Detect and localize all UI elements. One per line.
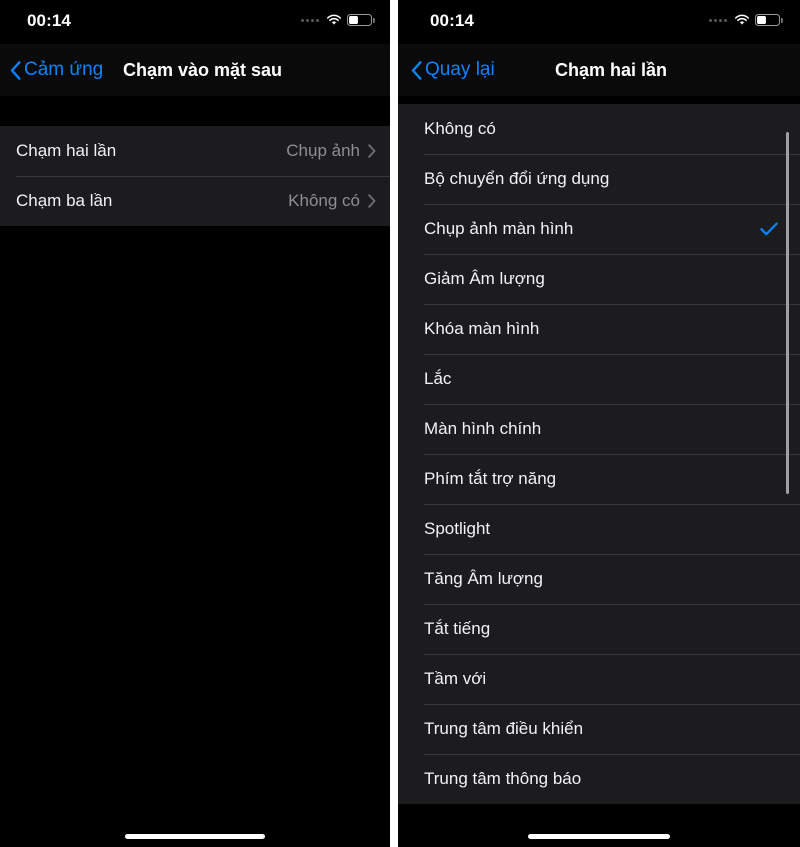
back-button[interactable]: Cảm ứng	[10, 44, 103, 96]
option-row-bo-chuyen-doi-ung-dung[interactable]: Bộ chuyển đổi ứng dụng	[398, 154, 800, 204]
option-accessory	[760, 222, 778, 236]
chevron-right-icon	[368, 194, 376, 208]
status-time: 00:14	[430, 11, 474, 30]
home-indicator[interactable]	[125, 834, 265, 839]
option-label: Trung tâm điều khiển	[424, 719, 584, 738]
left-home-indicator-area	[0, 813, 390, 847]
list-item-accessory: Không có	[288, 191, 376, 211]
option-label: Không có	[424, 119, 496, 138]
option-row-trung-tam-dieu-khien[interactable]: Trung tâm điều khiển	[398, 704, 800, 754]
option-row-khoa-man-hinh[interactable]: Khóa màn hình	[398, 304, 800, 354]
option-label: Giảm Âm lượng	[424, 269, 545, 288]
option-row-khong-co[interactable]: Không có	[398, 104, 800, 154]
list-item-double-tap[interactable]: Chạm hai lần Chụp ảnh	[0, 126, 390, 176]
wifi-icon	[734, 14, 750, 25]
vertical-scroll-indicator[interactable]	[786, 132, 789, 494]
list-item-value: Không có	[288, 191, 360, 210]
option-label: Spotlight	[424, 519, 491, 538]
checkmark-icon	[760, 222, 778, 236]
option-row-tat-tieng[interactable]: Tắt tiếng	[398, 604, 800, 654]
page-title: Chạm hai lần	[555, 59, 668, 80]
option-label: Lắc	[424, 369, 452, 388]
signal-dots-icon	[301, 18, 319, 22]
screenshot-stage: 00:14 Cảm ứng Chạm vào mặt sau Chạm hai …	[0, 0, 800, 847]
status-indicators	[301, 14, 375, 26]
status-indicators	[709, 14, 783, 26]
option-row-spotlight[interactable]: Spotlight	[398, 504, 800, 554]
option-label: Chụp ảnh màn hình	[424, 219, 574, 238]
left-phone-screen: 00:14 Cảm ứng Chạm vào mặt sau Chạm hai …	[0, 0, 390, 847]
option-label: Tăng Âm lượng	[424, 569, 543, 588]
status-time: 00:14	[27, 11, 71, 30]
chevron-left-icon	[411, 60, 422, 80]
right-nav-bar: Quay lại Chạm hai lần	[398, 44, 800, 96]
left-status-bar: 00:14	[0, 0, 390, 44]
back-button[interactable]: Quay lại	[411, 44, 495, 96]
option-label: Tắt tiếng	[424, 619, 491, 638]
option-row-tang-am-luong[interactable]: Tăng Âm lượng	[398, 554, 800, 604]
option-label: Màn hình chính	[424, 419, 542, 438]
option-label: Bộ chuyển đổi ứng dụng	[424, 169, 610, 188]
right-status-bar: 00:14	[398, 0, 800, 44]
home-indicator[interactable]	[528, 834, 670, 839]
option-row-trung-tam-thong-bao[interactable]: Trung tâm thông báo	[398, 754, 800, 804]
option-label: Trung tâm thông báo	[424, 769, 582, 788]
signal-dots-icon	[709, 18, 727, 22]
option-label: Phím tắt trợ năng	[424, 469, 557, 488]
option-label: Khóa màn hình	[424, 319, 540, 338]
left-nav-bar: Cảm ứng Chạm vào mặt sau	[0, 44, 390, 96]
left-top-spacer	[0, 96, 390, 126]
right-phone-screen: 00:14 Quay lại Chạm hai lần Không có Bộ …	[398, 0, 800, 847]
back-button-label: Quay lại	[425, 59, 495, 80]
option-row-chup-anh-man-hinh[interactable]: Chụp ảnh màn hình	[398, 204, 800, 254]
option-row-phim-tat-tro-nang[interactable]: Phím tắt trợ năng	[398, 454, 800, 504]
back-button-label: Cảm ứng	[24, 59, 104, 80]
page-title: Chạm vào mặt sau	[123, 59, 283, 80]
right-top-spacer	[398, 96, 800, 104]
action-options-list: Không có Bộ chuyển đổi ứng dụng Chụp ảnh…	[398, 104, 800, 804]
battery-icon	[755, 14, 783, 26]
battery-icon	[347, 14, 375, 26]
list-item-label: Chạm hai lần	[16, 141, 117, 160]
list-item-triple-tap[interactable]: Chạm ba lần Không có	[0, 176, 390, 226]
chevron-right-icon	[368, 144, 376, 158]
list-item-accessory: Chụp ảnh	[286, 141, 376, 161]
option-row-man-hinh-chinh[interactable]: Màn hình chính	[398, 404, 800, 454]
chevron-left-icon	[10, 60, 21, 80]
option-label: Tầm với	[424, 669, 487, 688]
option-row-lac[interactable]: Lắc	[398, 354, 800, 404]
list-item-value: Chụp ảnh	[286, 141, 360, 160]
right-home-indicator-area	[398, 813, 800, 847]
option-row-tam-voi[interactable]: Tầm với	[398, 654, 800, 704]
option-row-giam-am-luong[interactable]: Giảm Âm lượng	[398, 254, 800, 304]
wifi-icon	[326, 14, 342, 25]
list-item-label: Chạm ba lần	[16, 191, 113, 210]
left-settings-list: Chạm hai lần Chụp ảnh Chạm ba lần Không …	[0, 126, 390, 226]
